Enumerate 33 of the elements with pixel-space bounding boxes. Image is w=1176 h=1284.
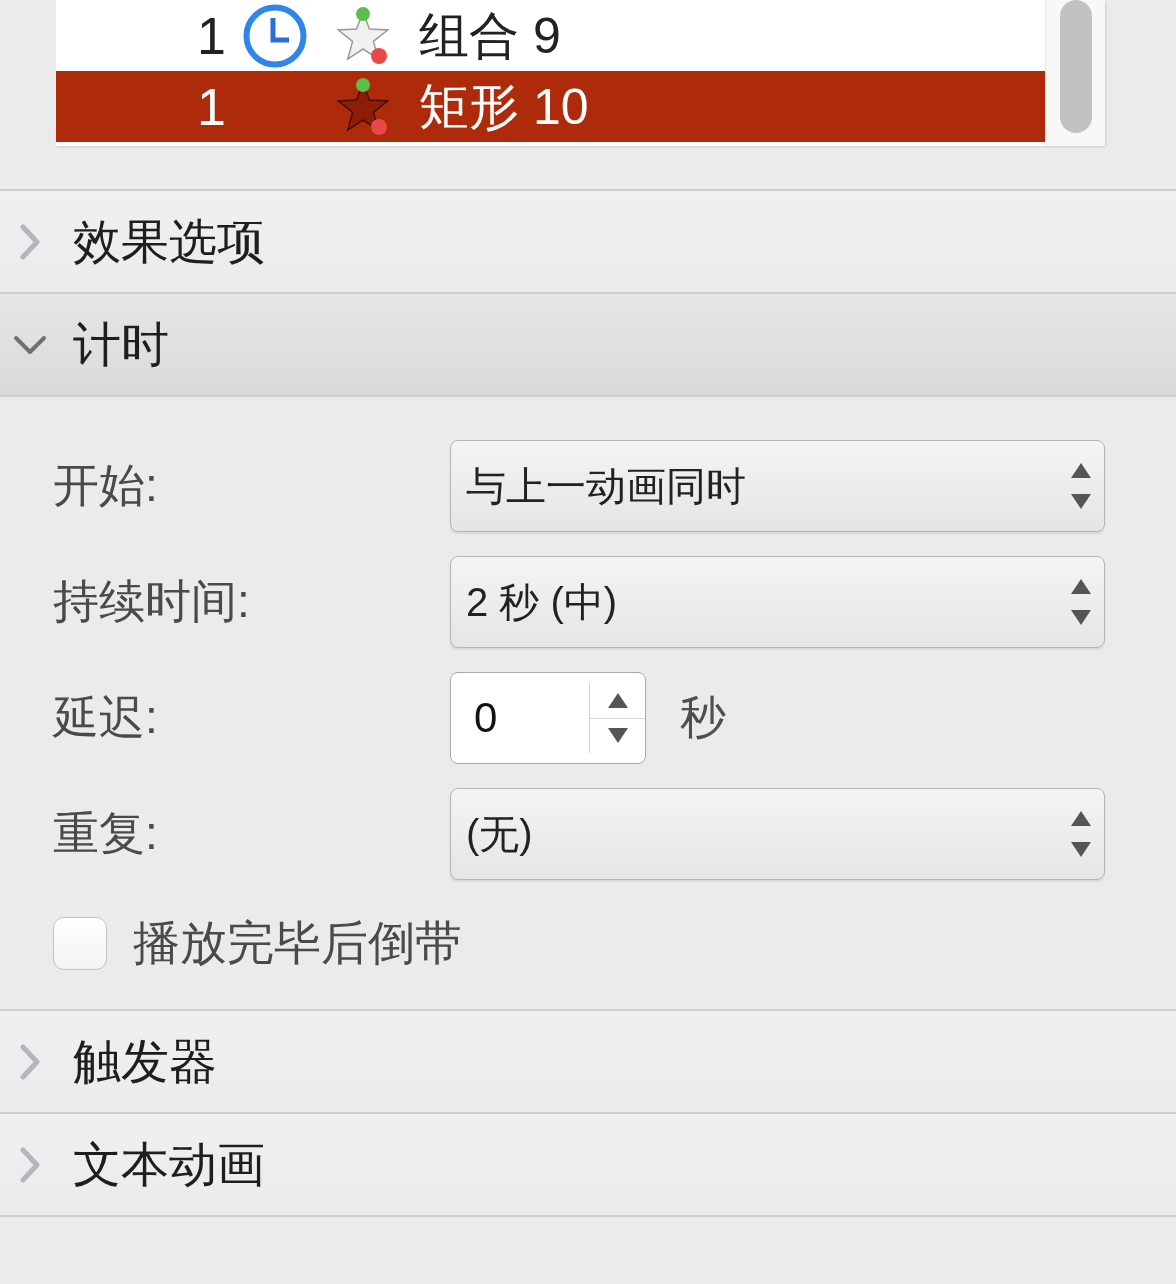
order-number: 1 (197, 9, 227, 62)
section-header[interactable]: 效果选项 (0, 191, 1176, 294)
dropdown[interactable]: 与上一动画同时 (450, 440, 1105, 532)
section-header[interactable]: 触发器 (0, 1011, 1176, 1114)
chevron-right-icon (19, 1043, 41, 1080)
checkbox[interactable] (53, 917, 107, 970)
item-name: 矩形 10 (419, 81, 589, 132)
number-field[interactable]: 0 (450, 672, 646, 764)
checkbox-label[interactable]: 播放完毕后倒带 (133, 912, 462, 975)
section-header[interactable]: 计时 (0, 294, 1176, 397)
star-icon (335, 5, 391, 66)
scrollbar-thumb[interactable] (1060, 0, 1092, 133)
up-triangle-icon (607, 692, 628, 708)
animation-row[interactable]: 1 矩形 10 (56, 71, 1045, 142)
up-down-arrows-icon (1070, 811, 1092, 857)
field-label: 开始: (53, 458, 159, 513)
field-label: 重复: (53, 806, 159, 861)
up-down-arrows-icon (1070, 463, 1092, 509)
chevron-right-icon (19, 1146, 41, 1183)
star-icon (335, 76, 391, 137)
animation-row[interactable]: 1 组合 9 (56, 0, 1045, 71)
item-name: 组合 9 (419, 10, 561, 61)
section-header[interactable]: 文本动画 (0, 1114, 1176, 1217)
chevron-down-icon (13, 333, 47, 356)
chevron-right-icon (19, 223, 41, 260)
field-label: 持续时间: (53, 574, 251, 629)
up-down-arrows-icon (1070, 579, 1092, 625)
unit-label: 秒 (680, 690, 726, 745)
field-label: 延迟: (53, 690, 159, 745)
order-number: 1 (197, 80, 227, 133)
dropdown[interactable]: 2 秒 (中) (450, 556, 1105, 648)
dropdown[interactable]: (无) (450, 788, 1105, 880)
down-triangle-icon (607, 728, 628, 744)
